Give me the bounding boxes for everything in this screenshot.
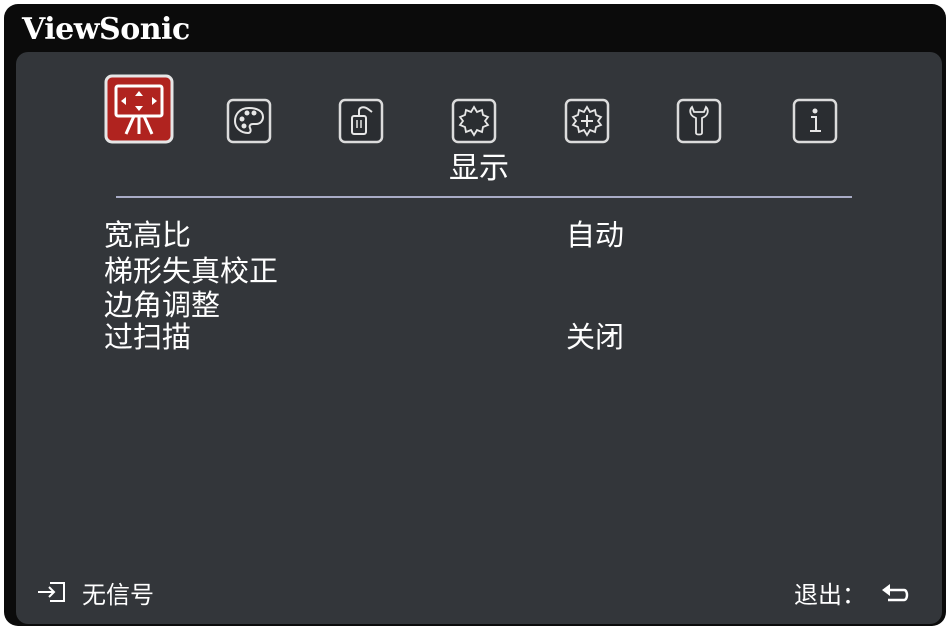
menu-item-aspect-ratio[interactable]: 宽高比: [104, 218, 191, 252]
brand-logo: ViewSonic: [22, 12, 190, 47]
palette-icon: [226, 98, 272, 144]
tab-basic[interactable]: [451, 98, 497, 144]
osd-panel: 显示 宽高比 自动 梯形失真校正 边角调整 过扫描 关闭 无信号 退出：: [16, 52, 942, 624]
return-arrow-icon: [882, 584, 909, 602]
source-status: 无信号: [36, 576, 154, 609]
power-management-icon: [338, 98, 384, 144]
menu-item-corner-adjust[interactable]: 边角调整: [104, 288, 220, 322]
basic-settings-icon: [451, 98, 497, 144]
osd-window: ViewSonic 显示 宽高比 自动 梯形失真校正 边角调整 过扫描 关闭 无…: [4, 4, 946, 626]
exit-label: 退出：: [794, 580, 866, 609]
tab-advanced[interactable]: [564, 98, 610, 144]
info-icon: [792, 98, 838, 144]
wrench-icon: [676, 98, 722, 144]
tab-picture[interactable]: [226, 98, 272, 144]
advanced-settings-icon: [564, 98, 610, 144]
overscan-value[interactable]: 关闭: [566, 320, 624, 354]
tab-display[interactable]: [104, 74, 174, 144]
input-source-icon: [38, 582, 65, 602]
title-divider: [116, 196, 852, 198]
exit-hint[interactable]: 退出：: [794, 576, 912, 609]
tab-power[interactable]: [338, 98, 384, 144]
aspect-ratio-value[interactable]: 自动: [566, 218, 624, 252]
menu-item-overscan[interactable]: 过扫描: [104, 320, 191, 354]
menu-item-keystone[interactable]: 梯形失真校正: [104, 254, 278, 288]
menu-title: 显示: [449, 151, 509, 186]
tab-service[interactable]: [676, 98, 722, 144]
no-signal-text: 无信号: [82, 580, 154, 609]
tab-info[interactable]: [792, 98, 838, 144]
display-icon: [104, 74, 174, 144]
menu-tabs: [16, 52, 942, 152]
